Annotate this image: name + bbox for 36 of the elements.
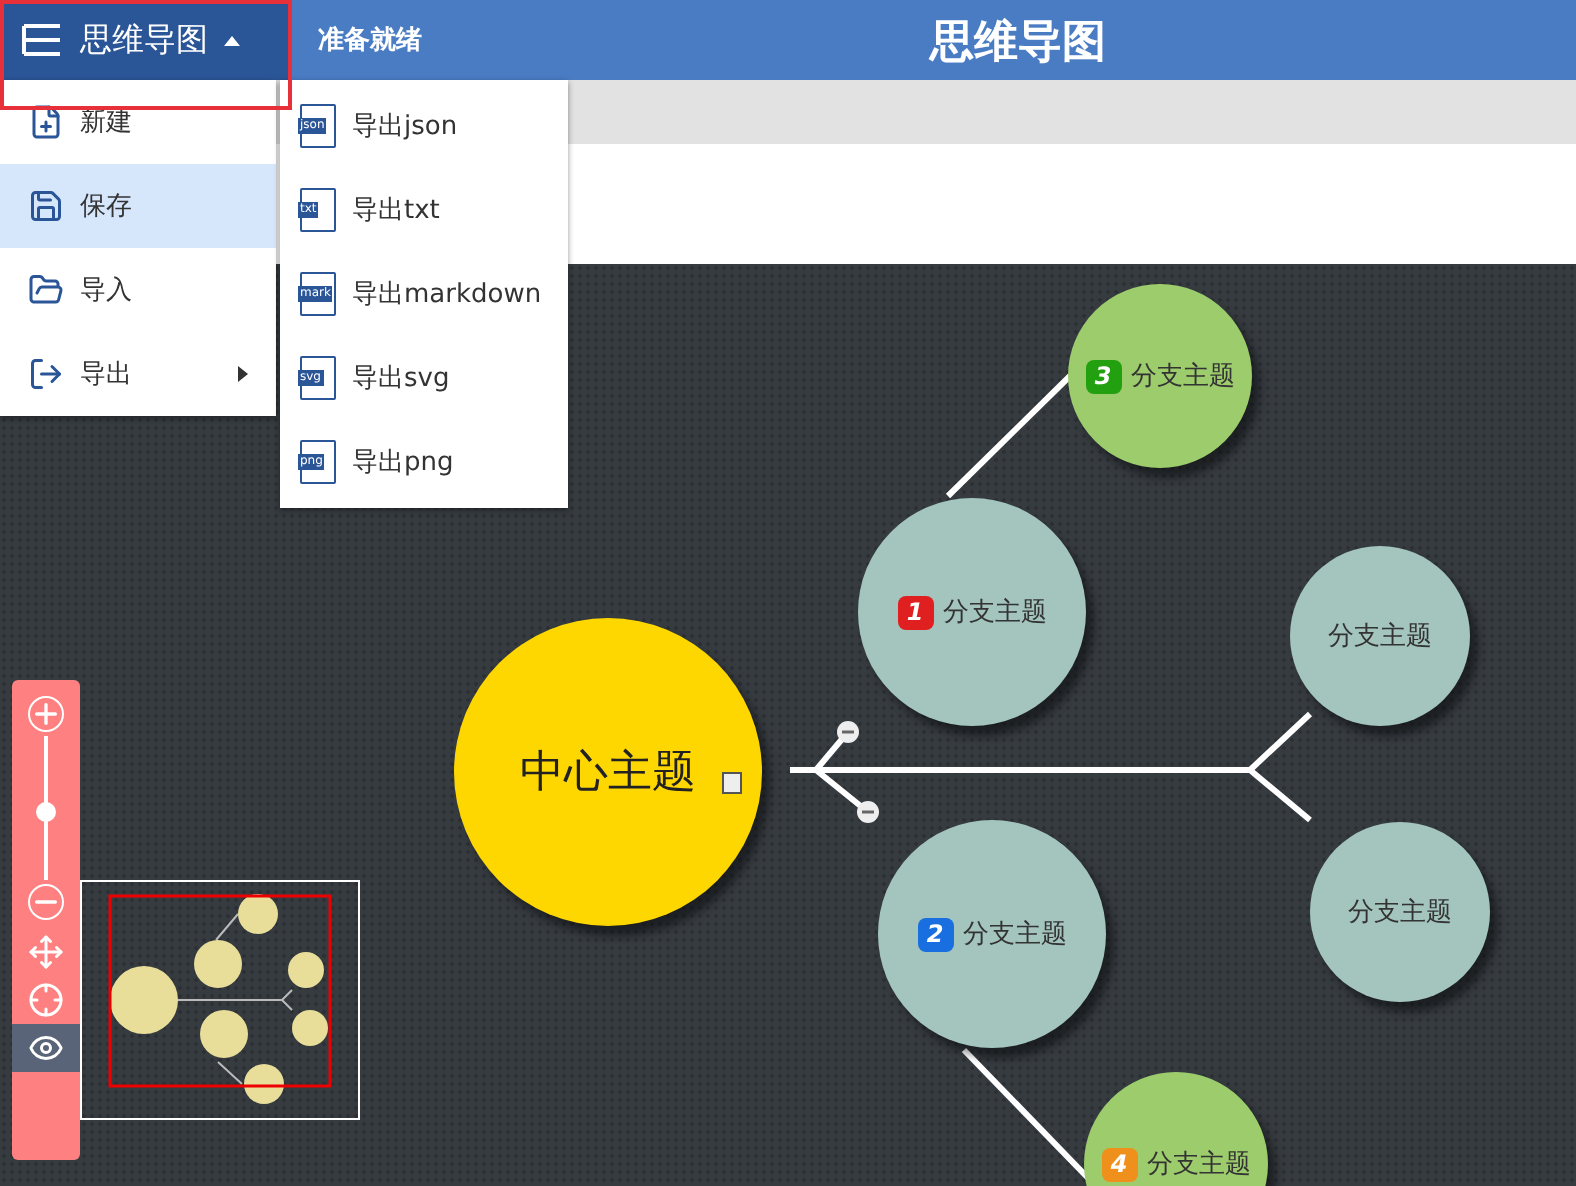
zoom-out-icon[interactable]: [28, 884, 64, 920]
branch-topic[interactable]: 分支主题: [1310, 822, 1490, 1002]
overview-tool-button[interactable]: [12, 1024, 80, 1072]
move-icon: [28, 934, 64, 970]
menu-item[interactable]: 导入: [0, 248, 276, 332]
caret-icon: [224, 35, 240, 45]
priority-badge: 3: [1085, 359, 1121, 393]
branch-topic[interactable]: 3 分支主题: [1068, 284, 1252, 468]
zoom-thumb[interactable]: [36, 802, 56, 823]
overview-icon: [28, 1030, 64, 1066]
central-topic[interactable]: 中心主题: [454, 618, 762, 926]
menu-item[interactable]: 新建: [0, 80, 276, 164]
status-text: 准备就绪: [318, 24, 422, 58]
priority-badge: 2: [917, 917, 953, 951]
zoom-in-icon[interactable]: [28, 696, 64, 732]
save-icon: [28, 188, 64, 224]
note-icon: [722, 772, 742, 794]
branch-topic[interactable]: 分支主题: [1290, 546, 1470, 726]
collapse-icon[interactable]: [856, 800, 880, 824]
app-title: 思维导图: [930, 16, 1106, 72]
connector-line: [944, 372, 1074, 500]
priority-badge: 4: [1101, 1147, 1137, 1181]
new-icon: [28, 104, 64, 140]
branch-topic[interactable]: 4 分支主题: [1084, 1072, 1268, 1186]
app-menu-button[interactable]: 思维导图: [0, 0, 290, 80]
priority-badge: 1: [897, 595, 933, 629]
menu-item[interactable]: 保存: [0, 164, 276, 248]
locate-icon: [28, 982, 64, 1018]
submenu-arrow-icon: [238, 366, 248, 382]
import-icon: [28, 272, 64, 308]
collapse-icon[interactable]: [836, 720, 860, 744]
export-icon: [28, 356, 64, 392]
branch-topic[interactable]: 2 分支主题: [878, 820, 1106, 1048]
menu-item[interactable]: 导出: [0, 332, 276, 416]
branch-topic[interactable]: 1 分支主题: [858, 498, 1086, 726]
mindmap-icon: [20, 22, 64, 58]
